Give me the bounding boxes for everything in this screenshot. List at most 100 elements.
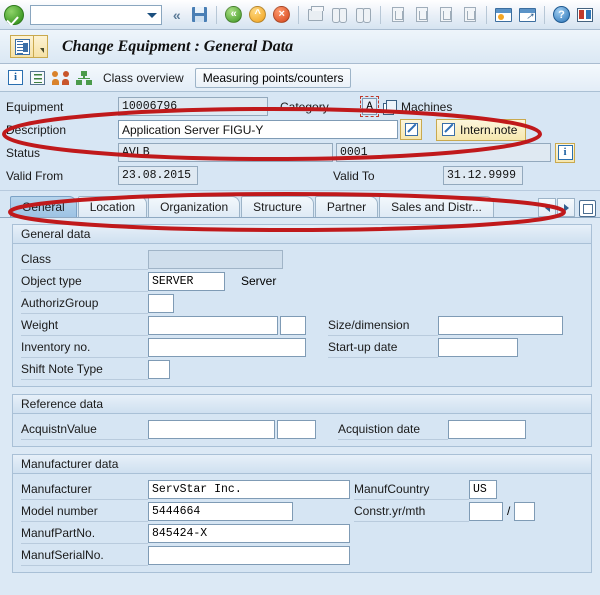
manuf-country-field[interactable]: US [469,479,497,499]
validity-row: Valid From 23.08.2015 Valid To 31.12.999… [6,165,594,186]
description-field[interactable]: Application Server FIGU-Y [118,120,398,139]
tab-sales-and-distribution[interactable]: Sales and Distr... [379,196,494,217]
class-overview-button[interactable]: Class overview [99,71,188,85]
acquistn-value-field[interactable] [148,419,275,439]
acquistion-date-field[interactable] [448,419,526,439]
model-number-row: Model number 5444664 Constr.yr/mth / [21,500,583,522]
status-row: Status AVLB 0001 i [6,142,594,163]
create-shortcut-icon[interactable]: ↗ [517,4,538,25]
tab-scroll-right-button[interactable] [557,198,575,217]
constr-month-field[interactable] [514,501,536,521]
back-green-icon[interactable]: « [223,4,244,25]
authoriz-group-field[interactable] [148,293,174,313]
model-number-field[interactable]: 5444664 [148,501,293,521]
find-icon[interactable] [329,4,350,25]
weight-unit-field[interactable] [280,315,306,335]
status-info-button[interactable]: i [555,142,575,163]
tab-list-menu-icon[interactable] [579,200,596,217]
structure-icon[interactable] [76,70,92,85]
enter-ok-icon[interactable] [4,4,24,25]
manufacturer-label: Manufacturer [21,479,148,500]
description-long-text-button[interactable] [400,119,422,140]
sap-menu-dropdown-icon[interactable] [34,35,48,58]
note-pencil-icon [442,123,455,136]
startup-date-label: Start-up date [328,337,438,358]
first-page-icon[interactable] [387,4,408,25]
class-row: Class [21,248,583,270]
group-reference-data: Reference data AcquistnValue Acquistion … [12,394,592,447]
group-general-data-body: Class Object type SERVER Server Authoriz… [13,244,591,386]
tab-structure[interactable]: Structure [241,196,314,217]
tab-scroll-left-button[interactable] [538,198,556,217]
tab-organization[interactable]: Organization [148,196,241,217]
constr-yr-mth-label: Constr.yr/mth [354,501,469,522]
info-icon[interactable]: i [8,70,23,85]
command-field[interactable] [30,4,163,25]
startup-date-field[interactable] [438,337,518,357]
help-icon[interactable]: ? [551,4,572,25]
application-toolbar: i Class overview Measuring points/counte… [0,64,600,92]
shift-note-type-row: Shift Note Type [21,358,583,380]
category-field[interactable]: A [362,98,377,115]
description-row: Description Application Server FIGU-Y In… [6,118,594,141]
next-page-icon[interactable] [435,4,456,25]
tab-location[interactable]: Location [77,196,148,217]
previous-page-icon[interactable] [411,4,432,25]
find-next-icon[interactable] [353,4,374,25]
shift-note-type-field[interactable] [148,359,170,379]
toolbar-divider [486,5,488,24]
save-icon[interactable] [189,4,210,25]
measuring-points-button[interactable]: Measuring points/counters [194,67,352,88]
manuf-part-no-field[interactable]: 845424-X [148,523,350,543]
category-search-help-icon[interactable] [383,99,397,115]
constr-year-field[interactable] [469,501,503,521]
acquistn-value-row: AcquistnValue Acquistion date [21,418,583,440]
partners-icon[interactable] [52,70,69,85]
valid-to-field[interactable]: 31.12.9999 [443,166,523,185]
list-icon[interactable] [30,70,45,85]
description-label: Description [6,122,67,137]
customize-layout-icon[interactable] [575,4,596,25]
equipment-header-panel: Equipment 10006796 Category A Machines D… [0,92,600,191]
status-field[interactable]: AVLB [118,143,333,162]
group-general-data-title: General data [13,225,591,244]
equipment-label: Equipment [6,99,64,114]
valid-from-field[interactable]: 23.08.2015 [118,166,198,185]
status-field-2[interactable]: 0001 [336,143,551,162]
size-dimension-field[interactable] [438,315,563,335]
tab-general[interactable]: General [10,196,77,217]
status-label: Status [6,145,41,160]
tab-partner[interactable]: Partner [314,196,379,217]
manuf-serial-no-field[interactable] [148,545,350,565]
group-manufacturer-data: Manufacturer data Manufacturer ServStar … [12,454,592,573]
category-focus-ring: A [360,96,379,117]
authoriz-group-row: AuthorizGroup [21,292,583,314]
manufacturer-field[interactable]: ServStar Inc. [148,479,350,499]
tab-strip: General Location Organization Structure … [0,191,600,218]
equipment-field[interactable]: 10006796 [118,97,268,116]
category-text: Machines [401,99,453,114]
cancel-red-icon[interactable]: × [271,4,292,25]
print-icon[interactable] [305,4,326,25]
inventory-no-label: Inventory no. [21,337,148,358]
weight-label: Weight [21,315,148,336]
create-session-icon[interactable] [493,4,514,25]
last-page-icon[interactable] [459,4,480,25]
class-field[interactable] [148,249,283,269]
exit-yellow-icon[interactable]: ^ [247,4,268,25]
object-type-field[interactable]: SERVER [148,271,225,291]
weight-field[interactable] [148,315,278,335]
group-reference-data-body: AcquistnValue Acquistion date [13,414,591,446]
group-reference-data-title: Reference data [13,395,591,414]
sap-menu-icon[interactable] [10,35,34,58]
window-title-bar: Change Equipment : General Data [0,30,600,64]
inventory-no-row: Inventory no. Start-up date [21,336,583,358]
back-chevrons-icon[interactable]: « [165,4,186,25]
object-type-row: Object type SERVER Server [21,270,583,292]
chevron-down-icon[interactable] [147,12,158,18]
intern-note-button[interactable]: Intern.note [436,118,527,141]
valid-from-label: Valid From [6,168,64,183]
acquistn-currency-field[interactable] [277,419,316,439]
inventory-no-field[interactable] [148,337,306,357]
toolbar-divider [216,5,218,24]
